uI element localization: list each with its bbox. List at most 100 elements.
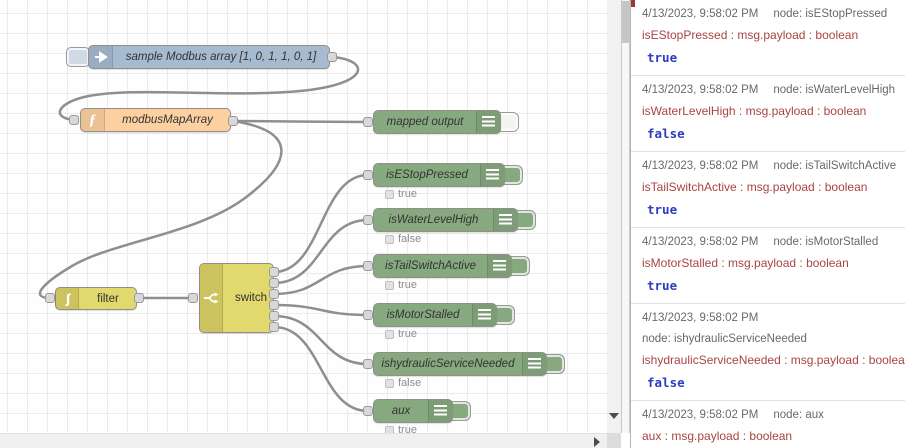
message-path[interactable]: ishydraulicServiceNeeded : msg.payload :…	[642, 353, 905, 367]
debug-message: 4/13/2023, 9:58:02 PM node: aux aux : msg…	[631, 401, 905, 448]
message-meta: 4/13/2023, 9:58:02 PM node: aux	[642, 409, 897, 421]
vertical-scrollbar[interactable]	[607, 0, 621, 433]
status-dot-icon	[385, 378, 394, 388]
debug-input-port[interactable]	[363, 359, 373, 369]
scroll-down-arrow-icon[interactable]	[609, 413, 619, 419]
function-output-port[interactable]	[228, 116, 238, 126]
flow-canvas[interactable]: sample Modbus array [1, 0, 1, 1, 0, 1] ƒ…	[0, 0, 607, 433]
status-dot-icon	[385, 329, 394, 339]
debug-input-port[interactable]	[363, 261, 373, 271]
status-text: true	[398, 279, 417, 291]
message-timestamp: 4/13/2023, 9:58:02 PM	[642, 236, 759, 248]
node-debug-ishydraulicserviceneeded[interactable]: ishydraulicServiceNeeded	[373, 352, 547, 376]
message-value[interactable]: false	[642, 126, 897, 141]
node-label: isEStopPressed	[386, 169, 468, 181]
vertical-scrollbar-thumb[interactable]	[622, 1, 629, 43]
node-label: modbusMapArray	[122, 114, 213, 126]
message-timestamp: 4/13/2023, 9:58:02 PM	[642, 160, 759, 172]
status-text: true	[398, 424, 417, 433]
node-status: true	[385, 328, 417, 340]
message-path[interactable]: isTailSwitchActive : msg.payload : boole…	[642, 180, 897, 194]
status-dot-icon	[385, 280, 394, 290]
function-input-port[interactable]	[69, 115, 79, 125]
debug-input-port[interactable]	[363, 215, 373, 225]
node-debug-ismotorstalled[interactable]: isMotorStalled	[373, 303, 497, 327]
message-timestamp: 4/13/2023, 9:58:02 PM	[642, 8, 759, 20]
node-label: isTailSwitchActive	[385, 260, 476, 272]
message-value[interactable]: true	[642, 50, 897, 65]
node-label: sample Modbus array [1, 0, 1, 1, 0, 1]	[125, 51, 317, 63]
message-value[interactable]: true	[642, 202, 897, 217]
debug-list-bars-icon	[472, 304, 496, 326]
filter-output-port[interactable]	[134, 293, 144, 303]
wire-function-to-debug	[231, 119, 370, 124]
debug-sidebar[interactable]: 4/13/2023, 9:58:02 PM node: isEStopPresse…	[630, 0, 905, 448]
node-debug-aux[interactable]: aux	[373, 399, 453, 423]
node-status: true	[385, 188, 417, 200]
message-value[interactable]: false	[642, 375, 897, 390]
function-icon: ƒ	[81, 109, 105, 131]
debug-message: 4/13/2023, 9:58:02 PM node: isTailSwitchA…	[631, 152, 905, 228]
message-path[interactable]: isWaterLevelHigh : msg.payload : boolean	[642, 104, 897, 118]
debug-input-port[interactable]	[363, 406, 373, 416]
message-meta: 4/13/2023, 9:58:02 PM node: isEStopPresse…	[642, 8, 897, 20]
node-label: ishydraulicServiceNeeded	[381, 358, 515, 370]
debug-input-port[interactable]	[363, 170, 373, 180]
node-debug-istailswitchactive[interactable]: isTailSwitchActive	[373, 254, 512, 278]
switch-output-port-3[interactable]	[269, 289, 279, 299]
node-status: false	[385, 233, 421, 245]
debug-list-bars-icon	[476, 111, 500, 133]
scroll-right-arrow-icon[interactable]	[594, 437, 600, 447]
node-red-editor: sample Modbus array [1, 0, 1, 1, 0, 1] ƒ…	[0, 0, 905, 448]
message-path[interactable]: aux : msg.payload : boolean	[642, 429, 897, 443]
wire-switch-out5	[272, 314, 370, 366]
debug-message: 4/13/2023, 9:58:02 PM node: isEStopPresse…	[631, 0, 905, 76]
message-meta: 4/13/2023, 9:58:02 PM node: isMotorStalle…	[642, 236, 897, 248]
node-switch[interactable]: switch	[199, 263, 274, 333]
status-text: false	[398, 233, 422, 245]
inject-button[interactable]	[66, 47, 90, 67]
switch-fork-icon	[200, 264, 224, 332]
switch-output-port-4[interactable]	[269, 300, 279, 310]
message-path[interactable]: isEStopPressed : msg.payload : boolean	[642, 28, 897, 42]
node-status: true	[385, 424, 417, 433]
message-path[interactable]: isMotorStalled : msg.payload : boolean	[642, 256, 897, 270]
debug-input-port[interactable]	[363, 117, 373, 127]
node-label: isMotorStalled	[386, 309, 460, 321]
message-meta: 4/13/2023, 9:58:02 PM node: ishydraulicSe…	[642, 312, 897, 345]
node-label: isWaterLevelHigh	[388, 214, 479, 226]
node-function-modbusmaparray[interactable]: ƒ modbusMapArray	[80, 108, 231, 132]
wire-switch-out2	[272, 218, 370, 285]
switch-output-port-2[interactable]	[269, 278, 279, 288]
status-text: true	[398, 328, 417, 340]
switch-output-port-6[interactable]	[269, 322, 279, 332]
switch-output-port-1[interactable]	[269, 267, 279, 277]
node-debug-isestoppressed[interactable]: isEStopPressed	[373, 163, 505, 187]
debug-input-port[interactable]	[363, 310, 373, 320]
debug-list-bars-icon	[487, 255, 511, 277]
wire-switch-out1	[272, 173, 370, 274]
horizontal-scrollbar[interactable]	[0, 433, 607, 448]
sidebar-unread-marker	[631, 0, 635, 7]
message-value[interactable]: true	[642, 278, 897, 293]
node-label: mapped output	[386, 116, 464, 128]
message-meta: 4/13/2023, 9:58:02 PM node: isWaterLevelH…	[642, 84, 897, 96]
message-node-name: node: ishydraulicServiceNeeded	[642, 333, 807, 345]
node-label: switch	[235, 292, 267, 304]
node-debug-iswaterlevelhigh[interactable]: isWaterLevelHigh	[373, 208, 518, 232]
message-timestamp: 4/13/2023, 9:58:02 PM	[642, 409, 759, 421]
switch-output-port-5[interactable]	[269, 311, 279, 321]
node-filter[interactable]: ∫∫ filter	[55, 287, 137, 310]
message-node-name: node: isEStopPressed	[773, 8, 888, 20]
node-inject[interactable]: sample Modbus array [1, 0, 1, 1, 0, 1]	[88, 45, 330, 69]
debug-list-bars-icon	[428, 400, 452, 422]
node-label: filter	[97, 292, 119, 305]
node-status: false	[385, 377, 421, 389]
status-dot-icon	[385, 425, 394, 433]
filter-input-port[interactable]	[45, 293, 55, 303]
switch-input-port[interactable]	[188, 293, 198, 303]
node-debug-mapped-output[interactable]: mapped output	[373, 110, 501, 134]
message-node-name: node: aux	[773, 409, 824, 421]
vertical-scrollbar-track[interactable]	[621, 0, 630, 433]
inject-output-port[interactable]	[327, 52, 337, 62]
